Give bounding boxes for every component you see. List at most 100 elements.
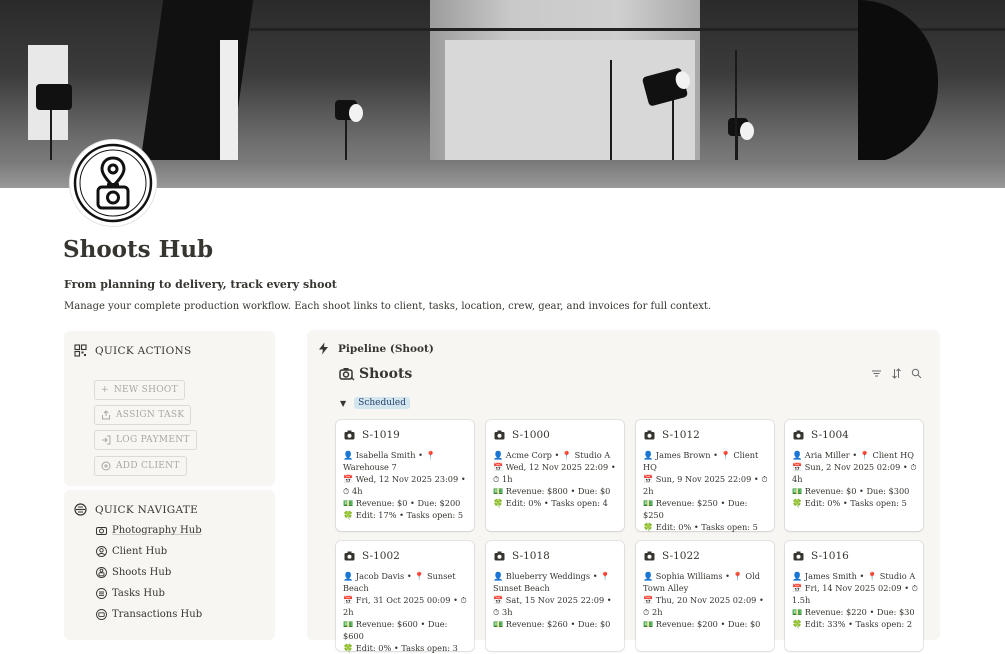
nav-tasks-hub[interactable]: Tasks Hub [96,588,165,599]
card-body: 👤 Acme Corp • 📍 Studio A 📅 Wed, 12 Nov 2… [493,449,619,509]
card-header: S-1012 [644,429,700,441]
camera-icon [644,551,655,561]
shoot-card[interactable]: S-1002 👤 Jacob Davis • 📍 Sunset Beach 📅 … [336,541,474,654]
card-edit-tasks: 🍀 Edit: 33% • Tasks open: 2 [792,619,913,629]
cover-beauty-dish [858,0,938,165]
card-client-location: 👤 Sophia Williams • 📍 Old Town Alley [643,571,760,593]
pipeline-board: Pipeline (Shoot) Shoots ▼ Scheduled S-10… [307,330,940,653]
camera-icon [344,551,355,561]
cover-lamp [36,84,72,110]
nav-photography-hub-label: Photography Hub [112,525,202,536]
search-icon[interactable] [911,368,922,379]
new-shoot-button[interactable]: + NEW SHOOT [94,380,185,400]
board-view-header: Pipeline (Shoot) [317,342,434,355]
card-id: S-1000 [512,429,550,441]
nav-photography-hub[interactable]: Photography Hub [96,525,202,536]
new-shoot-label: NEW SHOOT [113,385,178,395]
card-body: 👤 Jacob Davis • 📍 Sunset Beach 📅 Fri, 31… [343,570,469,654]
card-date-duration: 📅 Fri, 14 Nov 2025 02:09 • ⏱ 1.5h [792,583,919,605]
group-tag: Scheduled [354,397,411,409]
card-date-duration: 📅 Sat, 15 Nov 2025 22:09 • ⏱ 3h [493,595,612,617]
quick-actions-header: QUICK ACTIONS [74,344,191,357]
assign-task-button[interactable]: ASSIGN TASK [94,405,192,425]
database-title-text: Shoots [359,366,413,382]
card-revenue: 💵 Revenue: $800 • Due: $0 [493,486,611,496]
camera-icon [793,551,804,561]
shoot-card[interactable]: S-1019 👤 Isabella Smith • 📍 Warehouse 7 … [336,420,474,531]
camera-rotate-icon [339,368,355,381]
shoot-card[interactable]: S-1012 👤 James Brown • 📍 Client HQ 📅 Sun… [636,420,774,532]
card-revenue: 💵 Revenue: $0 • Due: $300 [792,486,910,496]
card-header: S-1022 [644,550,700,562]
card-date-duration: 📅 Fri, 31 Oct 2025 00:09 • ⏱ 2h [343,595,467,617]
location-camera-icon [73,143,153,223]
card-body: 👤 Blueberry Weddings • 📍 Sunset Beach 📅 … [493,570,619,630]
shoot-card[interactable]: S-1000 👤 Acme Corp • 📍 Studio A 📅 Wed, 1… [486,420,624,531]
card-body: 👤 Sophia Williams • 📍 Old Town Alley 📅 T… [643,570,769,630]
card-edit-tasks: 🍀 Edit: 0% • Tasks open: 5 [643,522,758,532]
card-edit-tasks: 🍀 Edit: 0% • Tasks open: 4 [493,498,608,508]
log-payment-label: LOG PAYMENT [116,435,190,445]
shoot-card[interactable]: S-1004 👤 Aria Miller • 📍 Client HQ 📅 Sun… [785,420,923,531]
shoot-card[interactable]: S-1016 👤 James Smith • 📍 Studio A 📅 Fri,… [785,541,923,651]
card-header: S-1004 [793,429,849,441]
lightning-icon [319,342,328,355]
log-payment-button[interactable]: LOG PAYMENT [94,430,197,450]
share-icon [102,410,110,420]
camera-icon [494,551,505,561]
card-header: S-1016 [793,550,849,562]
nav-transactions-hub[interactable]: Transactions Hub [96,609,202,620]
board-toolbar [871,368,922,379]
camera-icon [96,527,107,535]
camera-icon [344,430,355,440]
card-id: S-1019 [362,429,400,441]
card-client-location: 👤 James Smith • 📍 Studio A [792,571,916,581]
card-body: 👤 Isabella Smith • 📍 Warehouse 7 📅 Wed, … [343,449,469,521]
card-date-duration: 📅 Sun, 9 Nov 2025 22:09 • ⏱ 2h [643,474,768,496]
card-date-duration: 📅 Sun, 2 Nov 2025 02:09 • ⏱ 4h [792,462,917,484]
card-id: S-1002 [362,550,400,562]
card-client-location: 👤 Jacob Davis • 📍 Sunset Beach [343,571,456,593]
add-client-label: ADD CLIENT [116,461,180,471]
card-id: S-1022 [662,550,700,562]
shoot-card[interactable]: S-1022 👤 Sophia Williams • 📍 Old Town Al… [636,541,774,651]
card-revenue: 💵 Revenue: $200 • Due: $0 [643,619,761,629]
card-edit-tasks: 🍀 Edit: 17% • Tasks open: 5 [343,510,464,520]
sort-icon[interactable] [891,368,902,379]
camera-icon [494,430,505,440]
shoot-card[interactable]: S-1018 👤 Blueberry Weddings • 📍 Sunset B… [486,541,624,651]
card-revenue: 💵 Revenue: $250 • Due: $250 [643,498,748,520]
card-header: S-1002 [344,550,400,562]
assign-task-label: ASSIGN TASK [116,410,185,420]
nav-client-hub[interactable]: Client Hub [96,546,167,557]
nav-shoots-hub[interactable]: Shoots Hub [96,567,171,578]
quick-navigate-header: QUICK NAVIGATE [74,503,198,516]
card-date-duration: 📅 Wed, 12 Nov 2025 23:09 • ⏱ 4h [343,474,466,496]
card-edit-tasks: 🍀 Edit: 0% • Tasks open: 5 [792,498,907,508]
page-title: Shoots Hub [63,236,214,263]
board-view-title: Pipeline (Shoot) [338,342,434,355]
camera-icon [644,430,655,440]
card-id: S-1018 [512,550,550,562]
nav-client-hub-label: Client Hub [112,546,168,557]
filter-icon[interactable] [871,368,882,379]
card-revenue: 💵 Revenue: $220 • Due: $30 [792,607,915,617]
database-title[interactable]: Shoots [339,366,412,382]
wallet-icon [96,609,107,620]
quick-navigate-title: QUICK NAVIGATE [95,503,199,516]
group-header-scheduled[interactable]: ▼ Scheduled [340,397,411,409]
add-client-button[interactable]: ADD CLIENT [94,456,187,476]
page-description: Manage your complete production workflow… [64,301,712,312]
card-id: S-1012 [662,429,700,441]
page-icon[interactable] [70,140,156,226]
card-id: S-1004 [811,429,849,441]
cover-lamp [335,100,363,122]
card-edit-tasks: 🍀 Edit: 0% • Tasks open: 3 [343,643,458,653]
user-icon [96,546,107,557]
nav-tasks-hub-label: Tasks Hub [112,588,165,599]
quick-actions-title: QUICK ACTIONS [95,344,192,357]
cover-lamp [728,118,754,140]
card-client-location: 👤 James Brown • 📍 Client HQ [643,450,759,472]
caret-down-icon: ▼ [340,398,347,408]
card-date-duration: 📅 Thu, 20 Nov 2025 02:09 • ⏱ 2h [643,595,764,617]
